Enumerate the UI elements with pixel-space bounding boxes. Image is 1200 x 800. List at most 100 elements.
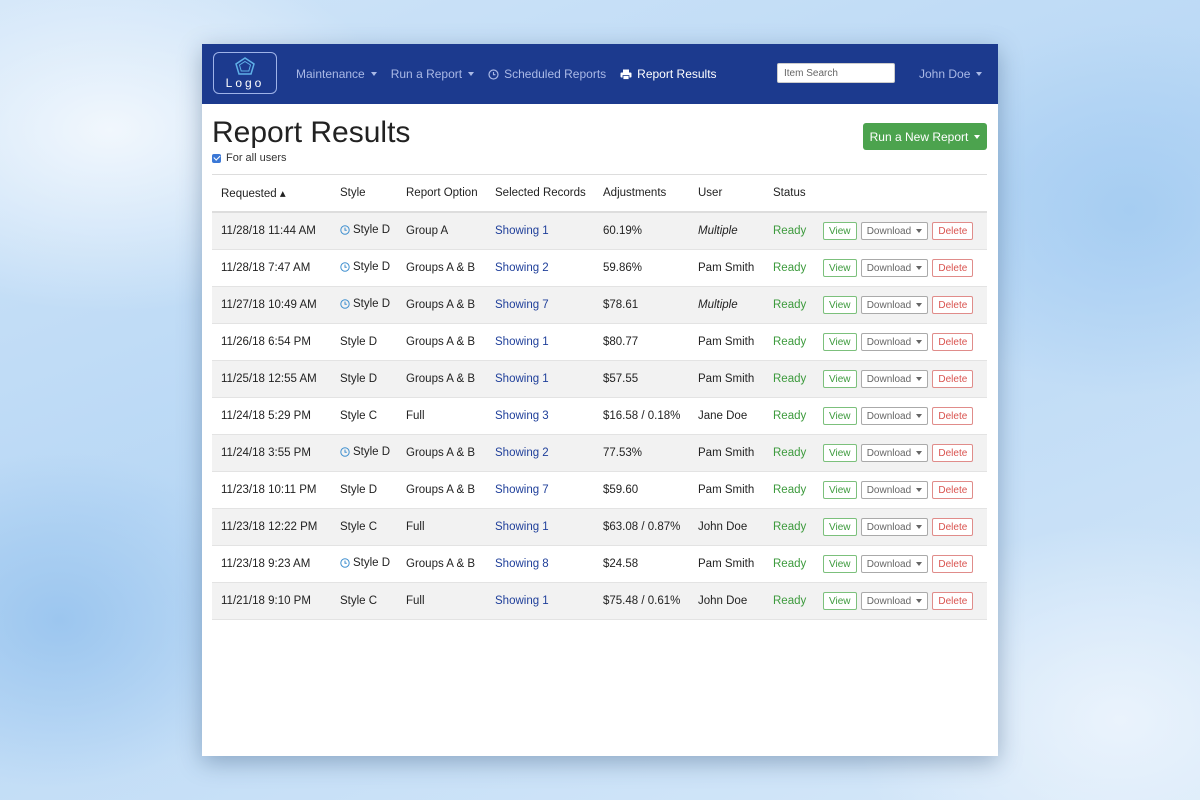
- view-button[interactable]: View: [823, 555, 857, 573]
- view-button[interactable]: View: [823, 444, 857, 462]
- download-dropdown-button[interactable]: Download: [860, 481, 929, 499]
- cell-adjustments: $63.08 / 0.87%: [594, 508, 689, 546]
- item-search-input[interactable]: [777, 63, 895, 83]
- download-dropdown-button[interactable]: Download: [860, 444, 929, 462]
- delete-button-label: Delete: [938, 595, 968, 607]
- nav-item-maintenance[interactable]: Maintenance: [296, 67, 377, 81]
- cell-actions: View Download Delete: [818, 434, 987, 472]
- selected-records-link[interactable]: Showing 7: [495, 484, 549, 496]
- table-row: 11/25/18 12:55 AM Style D Groups A & B S…: [212, 360, 987, 398]
- selected-records-link[interactable]: Showing 2: [495, 262, 549, 274]
- view-button[interactable]: View: [823, 481, 857, 499]
- view-button[interactable]: View: [823, 592, 857, 610]
- delete-button[interactable]: Delete: [932, 407, 974, 425]
- delete-button[interactable]: Delete: [932, 518, 974, 536]
- selected-records-link[interactable]: Showing 3: [495, 410, 549, 422]
- delete-button-label: Delete: [938, 225, 968, 237]
- selected-records-link[interactable]: Showing 1: [495, 336, 549, 348]
- download-button-label: Download: [866, 447, 912, 459]
- cell-actions: View Download Delete: [818, 360, 987, 398]
- delete-button-label: Delete: [938, 262, 968, 274]
- nav-item-report-results[interactable]: Report Results: [620, 67, 717, 81]
- selected-records-link[interactable]: Showing 1: [495, 373, 549, 385]
- view-button[interactable]: View: [823, 407, 857, 425]
- cell-actions: View Download Delete: [818, 471, 987, 509]
- nav-item-run-a-report[interactable]: Run a Report: [391, 67, 475, 81]
- cell-actions: View Download Delete: [818, 323, 987, 361]
- cell-user: Pam Smith: [689, 471, 764, 509]
- style-text: Style D: [353, 557, 391, 569]
- selected-records-link[interactable]: Showing 1: [495, 225, 549, 237]
- cell-adjustments: $78.61: [594, 286, 689, 324]
- view-button[interactable]: View: [823, 222, 857, 240]
- chevron-down-icon: [916, 524, 923, 529]
- selected-records-link[interactable]: Showing 7: [495, 299, 549, 311]
- view-button[interactable]: View: [823, 370, 857, 388]
- view-button[interactable]: View: [823, 259, 857, 277]
- delete-button[interactable]: Delete: [932, 444, 974, 462]
- cell-selected-records: Showing 2: [486, 434, 594, 472]
- download-dropdown-button[interactable]: Download: [860, 518, 929, 536]
- download-dropdown-button[interactable]: Download: [860, 259, 929, 277]
- selected-records-link[interactable]: Showing 8: [495, 558, 549, 570]
- user-text: Jane Doe: [698, 410, 748, 422]
- cell-selected-records: Showing 1: [486, 323, 594, 361]
- table-row: 11/24/18 3:55 PM Style D Groups A & B Sh…: [212, 434, 987, 472]
- download-dropdown-button[interactable]: Download: [860, 370, 929, 388]
- cell-adjustments: $75.48 / 0.61%: [594, 582, 689, 620]
- run-new-report-button[interactable]: Run a New Report: [863, 123, 987, 150]
- download-dropdown-button[interactable]: Download: [860, 222, 929, 240]
- delete-button[interactable]: Delete: [932, 296, 974, 314]
- view-button[interactable]: View: [823, 296, 857, 314]
- delete-button[interactable]: Delete: [932, 481, 974, 499]
- view-button[interactable]: View: [823, 333, 857, 351]
- cell-requested: 11/24/18 3:55 PM: [212, 434, 331, 472]
- logo[interactable]: Logo: [213, 52, 277, 94]
- for-all-users-checkbox[interactable]: For all users: [212, 152, 287, 164]
- requested-text: 11/23/18 12:22 PM: [221, 521, 318, 533]
- delete-button[interactable]: Delete: [932, 259, 974, 277]
- download-dropdown-button[interactable]: Download: [860, 296, 929, 314]
- report-option-text: Groups A & B: [406, 373, 476, 385]
- download-dropdown-button[interactable]: Download: [860, 333, 929, 351]
- report-option-text: Full: [406, 521, 425, 533]
- report-option-text: Groups A & B: [406, 299, 476, 311]
- delete-button-label: Delete: [938, 336, 968, 348]
- delete-button[interactable]: Delete: [932, 555, 974, 573]
- selected-records-link[interactable]: Showing 2: [495, 447, 549, 459]
- cell-style: Style D: [331, 286, 397, 324]
- download-button-label: Download: [866, 484, 912, 496]
- cell-report-option: Groups A & B: [397, 360, 486, 398]
- view-button[interactable]: View: [823, 518, 857, 536]
- user-menu[interactable]: John Doe: [919, 44, 983, 104]
- view-button-label: View: [829, 410, 851, 422]
- delete-button[interactable]: Delete: [932, 592, 974, 610]
- cell-adjustments: 59.86%: [594, 249, 689, 287]
- selected-records-link[interactable]: Showing 1: [495, 521, 549, 533]
- requested-text: 11/21/18 9:10 PM: [221, 595, 311, 607]
- delete-button[interactable]: Delete: [932, 370, 974, 388]
- requested-text: 11/24/18 3:55 PM: [221, 447, 311, 459]
- report-option-text: Groups A & B: [406, 262, 476, 274]
- report-option-text: Full: [406, 410, 425, 422]
- selected-records-link[interactable]: Showing 1: [495, 595, 549, 607]
- requested-text: 11/24/18 5:29 PM: [221, 410, 311, 422]
- adjustments-text: $59.60: [603, 484, 639, 496]
- column-header-requested[interactable]: Requested ▴: [212, 174, 331, 213]
- status-badge: Ready: [773, 447, 807, 459]
- cell-selected-records: Showing 2: [486, 249, 594, 287]
- delete-button[interactable]: Delete: [932, 333, 974, 351]
- delete-button[interactable]: Delete: [932, 222, 974, 240]
- delete-button-label: Delete: [938, 484, 968, 496]
- cell-report-option: Full: [397, 508, 486, 546]
- download-dropdown-button[interactable]: Download: [860, 407, 929, 425]
- checkbox-checked-icon[interactable]: [212, 153, 221, 163]
- cell-status: Ready: [764, 323, 818, 361]
- download-dropdown-button[interactable]: Download: [860, 592, 929, 610]
- status-badge: Ready: [773, 225, 807, 237]
- nav-item-scheduled-reports[interactable]: Scheduled Reports: [488, 67, 606, 81]
- download-dropdown-button[interactable]: Download: [860, 555, 929, 573]
- status-badge: Ready: [773, 595, 807, 607]
- nav-item-label: Maintenance: [296, 67, 365, 81]
- status-badge: Ready: [773, 336, 807, 348]
